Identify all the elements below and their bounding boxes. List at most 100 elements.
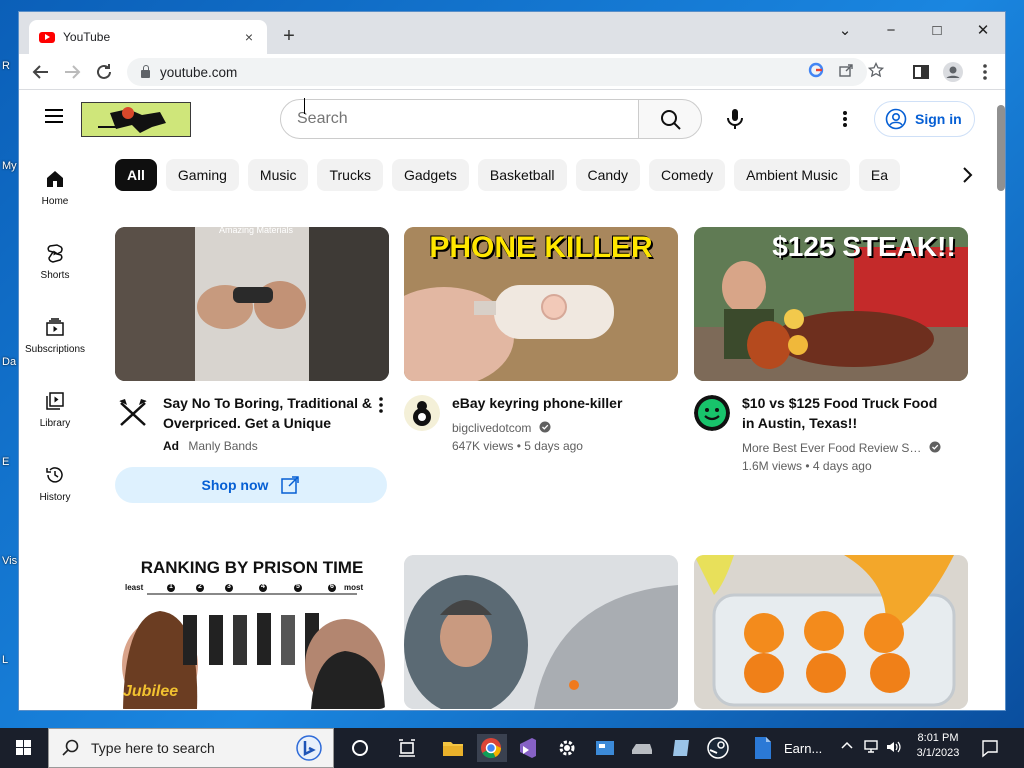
rail-item-shorts[interactable]: Shorts: [19, 243, 91, 305]
google-lens-icon[interactable]: [805, 62, 827, 82]
channel-logo[interactable]: [81, 102, 191, 137]
video-menu-button[interactable]: [373, 395, 389, 415]
meta-separator: •: [516, 439, 521, 453]
shop-now-button[interactable]: Shop now: [115, 467, 387, 503]
steam-button[interactable]: [704, 734, 732, 762]
video-thumbnail[interactable]: Amazing Materials: [115, 227, 389, 381]
video-thumbnail[interactable]: [404, 555, 678, 709]
settings-button[interactable]: [553, 734, 581, 762]
chip-basketball[interactable]: Basketball: [477, 159, 567, 191]
clock[interactable]: 8:01 PM 3/1/2023: [906, 732, 970, 759]
rail-item-library[interactable]: Library: [19, 391, 91, 453]
tab-search-button[interactable]: ⌄: [822, 18, 868, 44]
advertiser-avatar[interactable]: [115, 395, 151, 431]
smiley-avatar-icon: [694, 395, 730, 431]
channel-avatar[interactable]: [404, 395, 440, 431]
control-panel-button[interactable]: [591, 734, 619, 762]
tab-close-button[interactable]: ×: [241, 29, 257, 45]
scrollbar-thumb[interactable]: [997, 105, 1005, 191]
chrome-taskbar-button[interactable]: [477, 734, 507, 762]
thumb-text: PHONE KILLER: [429, 231, 653, 264]
visual-studio-button[interactable]: [514, 734, 542, 762]
new-tab-button[interactable]: +: [277, 24, 301, 48]
chip-music[interactable]: Music: [247, 159, 309, 191]
video-thumbnail[interactable]: RANKING BY PRISON TIME least most 1 2 3 …: [115, 555, 389, 709]
desktop-icon-label[interactable]: E: [2, 456, 9, 468]
thumb-text: $125 STEAK!!: [772, 231, 956, 262]
chips-next-button[interactable]: [955, 163, 979, 187]
chip-candy[interactable]: Candy: [575, 159, 640, 191]
vertical-dots-icon: [843, 111, 847, 127]
chips-fade: [899, 159, 955, 191]
volume-icon[interactable]: [884, 738, 902, 759]
channel-name[interactable]: bigclivedotcom: [452, 421, 531, 435]
chip-comedy[interactable]: Comedy: [648, 159, 726, 191]
chrome-menu-button[interactable]: [973, 60, 997, 84]
app-button[interactable]: [667, 734, 695, 762]
desktop-icon-label[interactable]: Vis: [2, 555, 17, 567]
custom-logo-icon: [82, 103, 190, 136]
address-bar[interactable]: youtube.com: [127, 58, 885, 86]
ad-meta: Ad Manly Bands: [163, 439, 258, 453]
video-title[interactable]: Say No To Boring, Traditional & Overpric…: [163, 393, 373, 433]
action-center-button[interactable]: [980, 738, 1000, 761]
channel-name[interactable]: Manly Bands: [188, 439, 257, 453]
view-count: 647K views: [452, 439, 514, 453]
chip-partial[interactable]: Ea: [858, 159, 901, 191]
chip-all[interactable]: All: [115, 159, 157, 191]
back-button[interactable]: [29, 60, 53, 84]
drive-button[interactable]: [628, 734, 656, 762]
desktop-icon-label[interactable]: L: [2, 654, 8, 666]
file-explorer-button[interactable]: [439, 734, 467, 762]
bookmark-star-icon[interactable]: [865, 61, 887, 82]
settings-menu-button[interactable]: [833, 105, 857, 135]
bing-icon: [296, 735, 322, 761]
share-icon[interactable]: [835, 62, 857, 82]
search-button[interactable]: [638, 99, 702, 139]
start-button[interactable]: [0, 728, 48, 768]
scale-number: 3: [227, 583, 231, 590]
taskbar: Type here to search Earn... 8:01 PM 3/1/…: [0, 728, 1024, 768]
word-document-button[interactable]: Earn...: [752, 734, 832, 762]
chip-trucks[interactable]: Trucks: [317, 159, 383, 191]
desktop-icon-label[interactable]: Da: [2, 356, 16, 368]
network-icon[interactable]: [862, 738, 880, 759]
tray-overflow-icon[interactable]: [838, 738, 856, 757]
rail-item-history[interactable]: History: [19, 465, 91, 527]
rail-item-home[interactable]: Home: [19, 169, 91, 231]
home-icon: [47, 171, 63, 187]
gear-icon: [559, 740, 575, 756]
channel-name[interactable]: More Best Ever Food Review S…: [742, 441, 921, 455]
oranges-thumbnail-image: [694, 555, 968, 709]
minimize-button[interactable]: −: [868, 18, 914, 44]
chip-gaming[interactable]: Gaming: [165, 159, 239, 191]
video-thumbnail[interactable]: [694, 555, 968, 709]
cortana-button[interactable]: [346, 734, 374, 762]
video-title[interactable]: eBay keyring phone-killer: [452, 393, 662, 413]
sign-in-button[interactable]: Sign in: [874, 101, 975, 137]
youtube-favicon-icon: [39, 31, 55, 43]
channel-avatar[interactable]: [694, 395, 730, 431]
voice-search-button[interactable]: [715, 99, 755, 139]
video-thumbnail[interactable]: $125 STEAK!!: [694, 227, 968, 381]
rail-label: History: [39, 492, 71, 503]
drive-icon: [632, 744, 652, 754]
chip-gadgets[interactable]: Gadgets: [391, 159, 469, 191]
side-panel-button[interactable]: [909, 60, 933, 84]
forward-button[interactable]: [60, 60, 84, 84]
hamburger-menu-icon[interactable]: [45, 109, 63, 123]
video-thumbnail[interactable]: PHONE KILLER: [404, 227, 678, 381]
rail-item-subscriptions[interactable]: Subscriptions: [19, 317, 91, 379]
task-view-button[interactable]: [393, 734, 421, 762]
desktop-icon-label[interactable]: My: [2, 160, 17, 172]
search-input[interactable]: [280, 99, 639, 139]
close-window-button[interactable]: ✕: [960, 18, 1005, 44]
profile-button[interactable]: [941, 60, 965, 84]
desktop-icon-label[interactable]: R: [2, 60, 10, 72]
restore-button[interactable]: □: [914, 18, 960, 44]
video-title[interactable]: $10 vs $125 Food Truck Food in Austin, T…: [742, 393, 952, 433]
reload-button[interactable]: [92, 60, 116, 84]
chip-ambient-music[interactable]: Ambient Music: [734, 159, 850, 191]
taskbar-search-box[interactable]: Type here to search: [48, 728, 334, 768]
tab-youtube[interactable]: YouTube ×: [29, 20, 267, 54]
